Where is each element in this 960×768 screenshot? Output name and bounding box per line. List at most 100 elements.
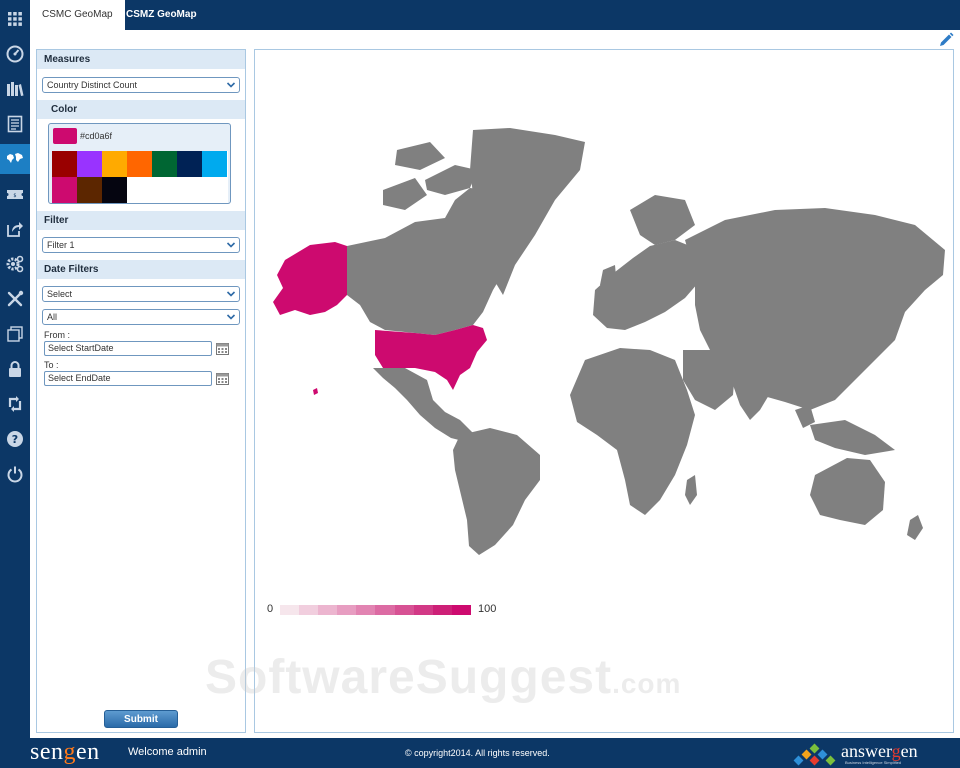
legend-max-label: 100 — [478, 603, 497, 615]
brand-g: g — [63, 739, 76, 765]
color-swatch[interactable] — [102, 151, 127, 177]
library-icon[interactable] — [0, 74, 30, 104]
measures-heading: Measures — [37, 50, 245, 69]
from-date-row: Select StartDate — [44, 341, 245, 357]
region-south-america[interactable] — [453, 428, 540, 555]
filter-select-value: Filter 1 — [47, 240, 75, 250]
date-range-select[interactable]: Select — [42, 286, 240, 302]
answergen-mark-icon — [793, 743, 836, 766]
chevron-down-icon — [226, 291, 236, 297]
apps-grid-icon[interactable] — [0, 4, 30, 34]
from-label: From : — [44, 330, 70, 340]
watermark-main: SoftwareSuggest — [205, 651, 613, 704]
legend-step — [337, 605, 357, 615]
lock-icon[interactable] — [0, 354, 30, 384]
color-swatch[interactable] — [52, 177, 77, 203]
left-icon-rail: $ ? — [0, 0, 30, 738]
calendar-icon[interactable] — [216, 342, 229, 355]
sengen-logo: sengen — [30, 739, 100, 766]
region-australia[interactable] — [810, 458, 885, 525]
submit-button[interactable]: Submit — [104, 710, 178, 728]
welcome-message: Welcome admin — [128, 746, 207, 758]
region-new-zealand[interactable] — [907, 515, 923, 540]
chevron-down-icon — [226, 242, 236, 248]
answergen-wordmark: answergen — [841, 741, 918, 762]
chevron-down-icon — [226, 82, 236, 88]
to-date-row: Select EndDate — [44, 371, 245, 387]
region-hawaii[interactable] — [313, 388, 318, 395]
color-swatch[interactable] — [152, 151, 177, 177]
app-window: $ ? CSMC GeoMap CSMZ GeoMap Measures Cou… — [0, 0, 960, 768]
logo-suffix: en — [900, 741, 918, 761]
world-map-icon[interactable] — [0, 144, 30, 174]
current-color-hex: #cd0a6f — [80, 131, 113, 141]
start-date-input[interactable]: Select StartDate — [44, 341, 212, 356]
footer-bar: sengen Welcome admin © copyright2014. Al… — [0, 738, 960, 768]
svg-text:$: $ — [13, 193, 16, 199]
color-swatch[interactable] — [77, 151, 102, 177]
options-panel: Measures Country Distinct Count Color #c… — [36, 49, 246, 733]
logo-prefix: answer — [841, 741, 892, 761]
watermark: SoftwareSuggest.com — [205, 650, 681, 705]
legend-step — [318, 605, 338, 615]
date-filters-heading: Date Filters — [37, 260, 245, 279]
watermark-suffix: .com — [612, 668, 682, 699]
date-scope-select[interactable]: All — [42, 309, 240, 325]
color-swatch[interactable] — [202, 151, 227, 177]
legend-step — [451, 605, 471, 615]
calendar-icon[interactable] — [216, 372, 229, 385]
report-icon[interactable] — [0, 109, 30, 139]
legend-step — [413, 605, 433, 615]
region-mexico[interactable] — [373, 368, 475, 442]
settings-gears-icon[interactable] — [0, 249, 30, 279]
legend-step — [356, 605, 376, 615]
end-date-input[interactable]: Select EndDate — [44, 371, 212, 386]
date-scope-select-value: All — [47, 312, 58, 322]
help-icon[interactable]: ? — [0, 424, 30, 454]
answergen-tagline: Business Intelligence Simplified — [845, 760, 902, 765]
region-alaska[interactable] — [273, 242, 347, 315]
answergen-logo: answergen Business Intelligence Simplifi… — [793, 739, 959, 767]
content-area: Measures Country Distinct Count Color #c… — [30, 30, 960, 738]
legend-step — [280, 605, 300, 615]
color-swatch[interactable] — [127, 151, 152, 177]
tools-icon[interactable] — [0, 284, 30, 314]
pencil-edit-icon[interactable] — [938, 32, 954, 48]
tab-csmc-geomap[interactable]: CSMC GeoMap — [30, 0, 125, 30]
legend-min-label: 0 — [267, 603, 274, 615]
current-color-swatch[interactable] — [53, 128, 77, 144]
power-icon[interactable] — [0, 459, 30, 489]
filter-select[interactable]: Filter 1 — [42, 237, 240, 253]
logo-g: g — [891, 741, 901, 761]
dashboard-gauge-icon[interactable] — [0, 39, 30, 69]
pages-icon[interactable] — [0, 319, 30, 349]
sync-icon[interactable] — [0, 389, 30, 419]
measures-select[interactable]: Country Distinct Count — [42, 77, 240, 93]
measures-select-value: Country Distinct Count — [47, 80, 138, 90]
copyright-text: © copyright2014. All rights reserved. — [405, 748, 550, 758]
date-range-select-value: Select — [47, 289, 73, 299]
color-swatch[interactable] — [177, 151, 202, 177]
region-india[interactable] — [733, 365, 775, 420]
brand-prefix: sen — [30, 739, 64, 765]
world-map[interactable] — [255, 50, 954, 733]
region-southeast-asia[interactable] — [795, 405, 895, 455]
ticket-icon[interactable]: $ — [0, 179, 30, 209]
brand-suffix: en — [76, 739, 100, 765]
region-africa[interactable] — [570, 348, 695, 515]
color-swatch[interactable] — [102, 177, 127, 203]
color-swatch[interactable] — [52, 151, 77, 177]
filter-heading: Filter — [37, 211, 245, 230]
region-scandinavia[interactable] — [630, 195, 695, 245]
color-heading: Color — [37, 100, 245, 119]
legend-step — [432, 605, 452, 615]
legend-step — [375, 605, 395, 615]
tab-csmz-geomap[interactable]: CSMZ GeoMap — [114, 0, 209, 30]
legend-step — [299, 605, 319, 615]
legend-gradient-bar — [280, 605, 471, 615]
geo-map-panel: 0 100 — [254, 49, 954, 733]
share-export-icon[interactable] — [0, 214, 30, 244]
color-swatch[interactable] — [77, 177, 102, 203]
tab-bar: CSMC GeoMap CSMZ GeoMap — [30, 0, 960, 30]
region-madagascar[interactable] — [685, 475, 697, 505]
